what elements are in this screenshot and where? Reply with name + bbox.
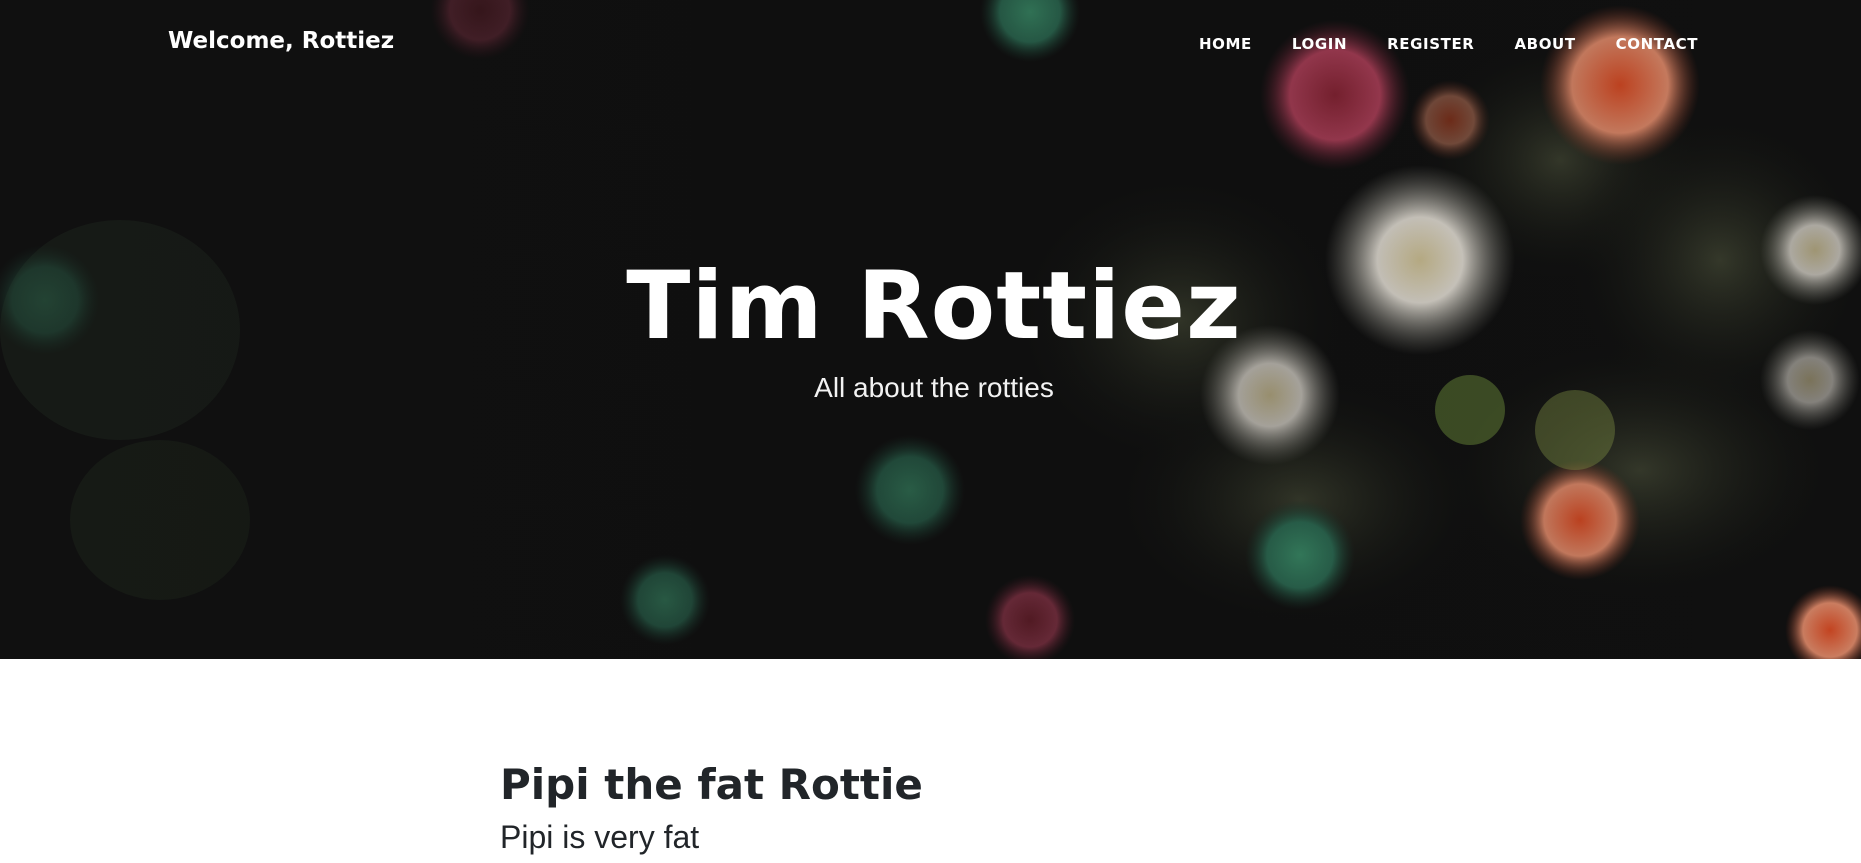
post-title[interactable]: Pipi the fat Rottie [500, 759, 923, 811]
post-subtitle: Pipi is very fat [500, 819, 700, 855]
post-preview[interactable]: Pipi the fat Rottie Pipi is very fat [500, 759, 923, 859]
hero-subtitle: All about the rotties [814, 372, 1054, 403]
nav-item-about[interactable]: ABOUT [1514, 35, 1575, 53]
main-content: Pipi the fat Rottie Pipi is very fat [0, 659, 1861, 863]
navbar-brand[interactable]: Welcome, Rottiez [168, 28, 394, 54]
nav-item-home[interactable]: HOME [1199, 35, 1252, 53]
hero-title: Tim Rottiez [626, 252, 1242, 361]
hero-header: Welcome, Rottiez HOME LOGIN REGISTER ABO… [0, 0, 1861, 659]
nav-item-contact[interactable]: CONTACT [1616, 35, 1698, 53]
hero-heading-block: Tim Rottiez All about the rotties [0, 248, 1861, 406]
nav-links: HOME LOGIN REGISTER ABOUT CONTACT [1199, 35, 1698, 53]
top-navbar: Welcome, Rottiez HOME LOGIN REGISTER ABO… [0, 0, 1861, 90]
nav-item-login[interactable]: LOGIN [1292, 35, 1347, 53]
nav-item-register[interactable]: REGISTER [1387, 35, 1474, 53]
